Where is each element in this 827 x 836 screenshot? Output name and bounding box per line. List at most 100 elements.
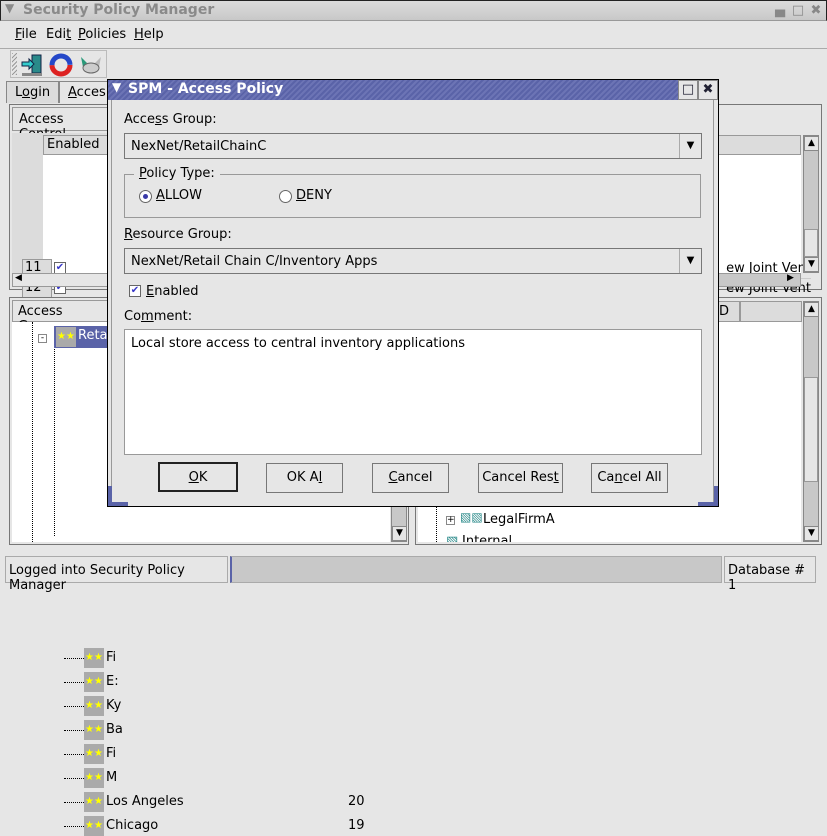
tree-expand-icon[interactable]: + [446,516,455,525]
refresh-icon[interactable] [49,53,73,77]
cancel-rest: ancel [397,470,433,485]
tab-login-mnemonic: o [22,85,30,100]
deny-radio[interactable] [279,190,292,203]
tree-node[interactable]: Ky [106,698,121,713]
cancel-rest-button[interactable]: Cancel Rest [478,463,563,493]
status-message: Logged into Security Policy Manager [5,556,228,593]
tree-node-internal[interactable]: Internal [462,534,512,542]
enabled-checkbox[interactable]: ✔ [129,285,141,297]
group-icon: ★★ [56,327,76,347]
ok-button[interactable]: OK [158,462,238,492]
scroll-left-icon[interactable]: ◀ [15,273,22,283]
horizontal-scrollbar-right[interactable]: ▶ [716,273,801,287]
dialog-menu-chevron-icon[interactable]: ▼ [112,80,121,94]
menu-edit-label: Edi [46,27,67,42]
enabled-label[interactable]: Enabled [146,284,199,299]
group-icon: ★★ [84,720,104,740]
tree-node[interactable]: Fi [106,650,116,665]
menu-help[interactable]: Help [134,27,164,42]
allow-label[interactable]: ALLOW [156,188,202,203]
scroll-right-icon[interactable]: ▶ [787,273,794,283]
tree-node-count: 19 [348,818,365,833]
radio-selected-dot [143,194,148,199]
deny-label[interactable]: DENY [296,188,332,203]
group-icon: ★★ [84,672,104,692]
cancel-mnemonic: C [388,470,398,485]
logout-door-icon[interactable] [20,53,44,77]
tree-node[interactable]: M [106,770,117,785]
tree-node[interactable]: Chicago [106,818,158,833]
scroll-down-icon[interactable]: ▼ [392,526,407,541]
access-group-label-mnemonic: s [154,112,162,127]
tree-node[interactable]: Ba [106,722,123,737]
scroll-up-icon[interactable]: ▲ [804,302,819,317]
menu-policies[interactable]: Policies [78,27,126,42]
scroll-down-icon[interactable]: ▼ [804,257,819,272]
cancel-button[interactable]: Cancel [372,463,449,493]
allow-radio[interactable] [139,190,152,203]
column-header-enabled[interactable]: Enabled [43,135,108,155]
policy-type-rest: olicy Type: [146,166,215,181]
vertical-scrollbar[interactable]: ▲ ▼ [803,135,819,273]
ok-all-button[interactable]: OK Al [266,463,343,493]
close-icon[interactable]: ✖ [807,2,825,20]
menu-edit[interactable]: Edit [46,27,71,42]
maximize-icon[interactable]: □ [789,2,807,20]
group-icon: ★★ [84,816,104,836]
scroll-thumb[interactable] [804,229,818,257]
group-icon: ★★ [84,744,104,764]
tree-guide [64,826,84,827]
tab-login-pre: L [15,85,23,100]
tree-guide [64,706,84,707]
menu-edit-mnemonic: t [66,27,72,42]
tab-login[interactable]: Login [6,81,59,103]
window-menu-chevron-icon[interactable]: ▼ [5,1,14,15]
tree-node[interactable]: Fi [106,746,116,761]
menu-file[interactable]: File [15,27,37,42]
minimize-icon[interactable]: ▄ [771,2,789,20]
cancel-all-mnemonic: n [614,470,623,485]
column-header-blank[interactable] [740,301,802,322]
network-group-icon: ▧▧ [460,510,483,524]
cancel-rest-pre: Cancel Res [482,470,554,485]
comment-label-rest: ment: [153,309,193,324]
toolbar-grip[interactable] [12,53,17,75]
access-group-select[interactable]: NexNet/RetailChainC ▼ [124,133,702,159]
scroll-up-icon[interactable]: ▲ [804,136,819,151]
cancel-all-button[interactable]: Cancel All [591,463,668,493]
toolbar [10,50,107,78]
tab-login-rest: gin [29,85,51,100]
cancel-all-rest: cel All [622,470,662,485]
dialog-maximize-icon[interactable]: □ [678,80,698,100]
tab-access-mnemonic: A [68,85,77,100]
dialog-titlebar[interactable]: ▼ SPM - Access Policy [108,80,718,100]
tree-node[interactable]: Los Angeles [106,794,184,809]
dialog-border-right [713,100,717,506]
progress-bar [230,556,722,583]
resource-group-select[interactable]: NexNet/Retail Chain C/Inventory Apps ▼ [124,248,702,274]
horizontal-scrollbar[interactable]: ◀ [12,273,108,287]
handshake-icon[interactable] [79,53,103,77]
scroll-down-icon[interactable]: ▼ [804,526,819,541]
tree-collapse-icon[interactable]: - [38,334,47,343]
tab-access[interactable]: Acces [59,81,109,103]
chevron-down-icon[interactable]: ▼ [679,134,701,158]
chevron-down-icon[interactable]: ▼ [679,249,701,273]
ok-mnemonic: O [188,470,199,485]
tree-node-legalfirma[interactable]: LegalFirmA [483,512,555,527]
menu-help-label: elp [143,27,164,42]
resize-corner[interactable] [698,486,718,506]
access-group-label: Access Group: [124,112,217,127]
comment-textarea[interactable]: Local store access to central inventory … [124,329,702,455]
comment-mnemonic: m [141,309,154,324]
dialog-close-icon[interactable]: ✖ [698,80,718,100]
resize-corner[interactable] [108,486,128,506]
tree-node[interactable]: E: [106,674,119,689]
tree-guide [64,730,84,731]
vertical-scrollbar[interactable]: ▲ ▼ [803,301,819,542]
allow-rest: LLOW [164,188,203,203]
column-header-right[interactable] [716,135,801,155]
tab-access-rest: cces [76,85,106,100]
column-header-id[interactable]: D [718,301,740,322]
scroll-thumb[interactable] [804,377,818,482]
